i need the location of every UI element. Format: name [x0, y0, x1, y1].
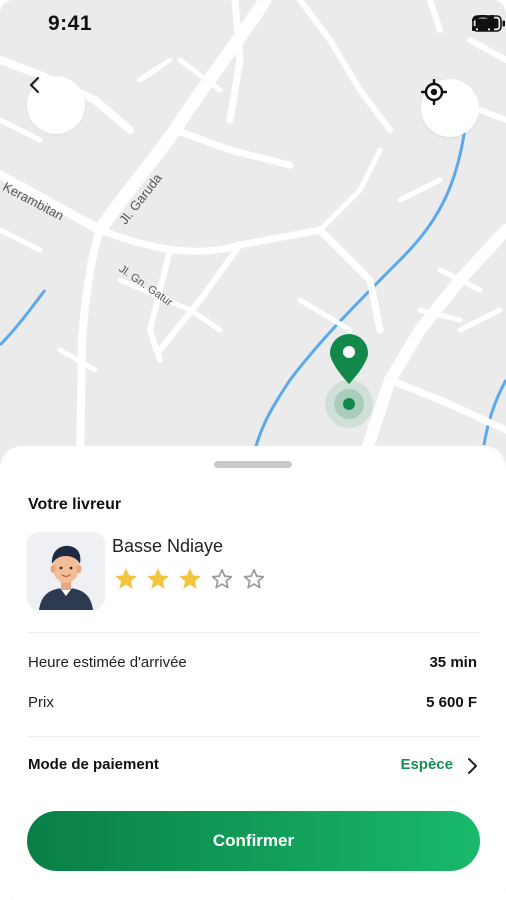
divider [28, 632, 480, 633]
phone-screen: Kerambitan Jl. Garuda Jl. Gn. Gatur 9:41 [0, 0, 506, 900]
locate-button[interactable] [421, 79, 479, 137]
back-button[interactable] [27, 76, 85, 134]
driver-rating [113, 566, 267, 592]
map-roads [0, 0, 506, 470]
locate-icon [421, 79, 447, 105]
chevron-right-icon [468, 758, 477, 774]
back-arrow-icon [29, 76, 40, 94]
payment-method-value: Espèce [400, 756, 453, 773]
star-icon [115, 568, 137, 589]
eta-label: Heure estimée d'arrivée [28, 654, 187, 671]
star-empty-icon [243, 568, 265, 589]
star-icon [147, 568, 169, 589]
map-view[interactable]: Kerambitan Jl. Garuda Jl. Gn. Gatur 9:41 [0, 0, 506, 470]
star-icon [179, 568, 201, 589]
price-label: Prix [28, 694, 54, 711]
driver-name: Basse Ndiaye [112, 536, 224, 556]
status-bar: 9:41 [0, 0, 506, 52]
driver-avatar [27, 532, 105, 610]
driver-avatar-image [27, 532, 105, 610]
star-empty-icon [211, 568, 233, 589]
payment-method-label: Mode de paiement [28, 756, 159, 773]
status-time: 9:41 [48, 12, 93, 35]
confirm-button[interactable]: Confirmer [27, 811, 480, 871]
eta-value: 35 min [429, 654, 477, 671]
sheet-drag-handle[interactable] [214, 461, 292, 468]
divider [28, 736, 480, 737]
confirm-button-label: Confirmer [212, 831, 295, 850]
bottom-sheet: Votre livreur Basse Ndiaye Heure estimée… [0, 446, 506, 900]
price-value: 5 600 F [426, 694, 477, 711]
driver-section-title: Votre livreur [28, 496, 122, 513]
payment-method-row[interactable]: Mode de paiement Espèce [0, 746, 506, 786]
battery-icon [472, 15, 505, 32]
